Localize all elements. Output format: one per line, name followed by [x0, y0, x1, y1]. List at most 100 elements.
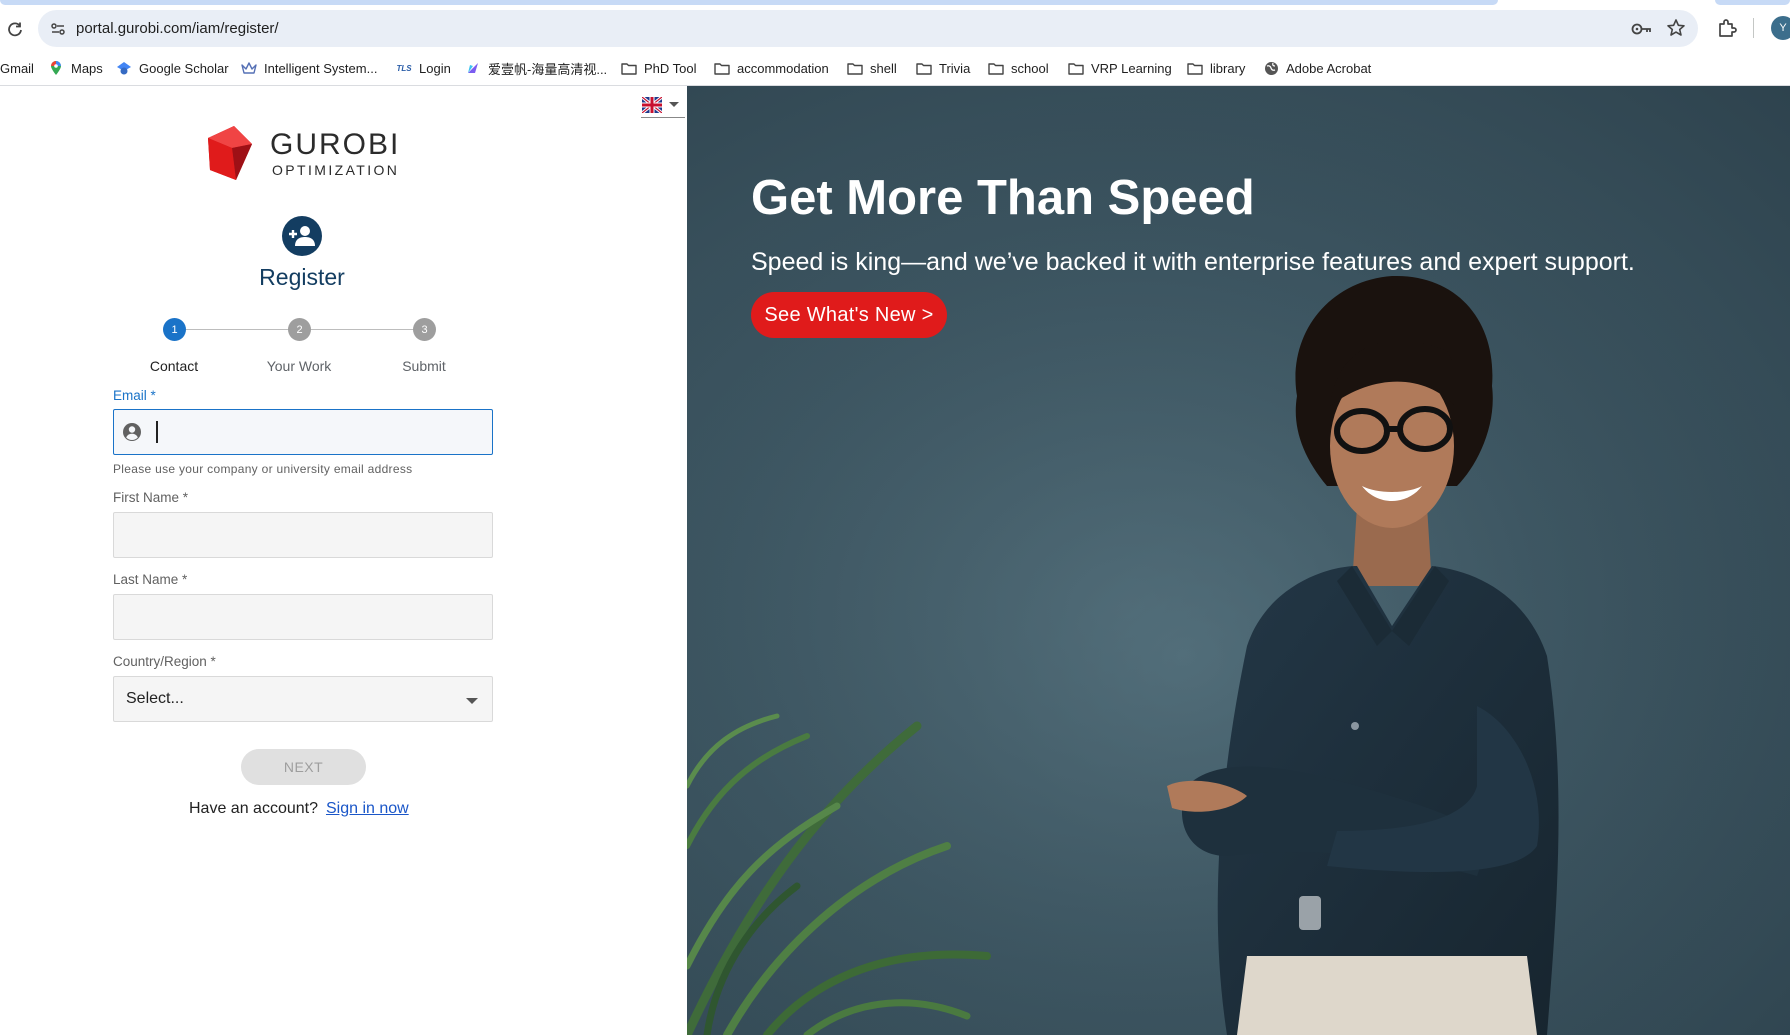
- globe-icon: [1263, 60, 1279, 76]
- email-label: Email *: [113, 388, 156, 403]
- folder-icon: [1068, 60, 1084, 76]
- hero-title: Get More Than Speed: [751, 171, 1255, 225]
- bookmark-label: Google Scholar: [139, 60, 229, 76]
- crown-icon: [241, 60, 257, 76]
- bookmark-vrp-learning[interactable]: VRP Learning: [1068, 56, 1172, 80]
- last-name-label: Last Name *: [113, 572, 188, 587]
- bookmark-label: 爱壹帆-海量高清视...: [488, 61, 608, 77]
- bookmark-label: accommodation: [737, 60, 829, 76]
- step-3-indicator: 3: [413, 318, 436, 341]
- folder-icon: [621, 60, 637, 76]
- profile-initial: Y: [1779, 22, 1787, 34]
- bookmark-library[interactable]: library: [1187, 56, 1245, 80]
- bookmark-phd-tool[interactable]: PhD Tool: [621, 56, 697, 80]
- gurobi-logo-mark: [208, 126, 252, 180]
- country-select[interactable]: Select...: [113, 676, 493, 722]
- account-circle-icon: [123, 423, 141, 441]
- language-selector[interactable]: [641, 92, 685, 118]
- tls-icon: TLS: [396, 63, 412, 73]
- step-label-contact: Contact: [149, 358, 199, 374]
- gurobi-logo: GUROBI OPTIMIZATION: [202, 124, 422, 182]
- last-name-field[interactable]: [113, 594, 493, 640]
- toolbar-divider: [1753, 18, 1754, 38]
- folder-icon: [916, 60, 932, 76]
- step-number: 1: [171, 323, 178, 336]
- bookmark-label: Login: [419, 60, 451, 76]
- bookmark-intelligent-system[interactable]: Intelligent System...: [241, 56, 377, 80]
- bookmark-trivia[interactable]: Trivia: [916, 56, 970, 80]
- email-field[interactable]: [113, 409, 493, 455]
- next-button[interactable]: NEXT: [241, 749, 366, 785]
- sign-in-link[interactable]: Sign in now: [326, 800, 409, 817]
- step-label-your-work: Your Work: [266, 358, 332, 374]
- bookmark-gmail[interactable]: Gmail: [0, 56, 34, 80]
- browser-chrome: portal.gurobi.com/iam/register/ Y Gmail …: [0, 0, 1790, 86]
- password-key-icon[interactable]: [1630, 19, 1652, 39]
- hero-photo: [687, 86, 1790, 1035]
- text-cursor: [156, 421, 158, 443]
- signin-prompt: Have an account? Sign in now: [189, 800, 409, 818]
- bookmark-label: VRP Learning: [1091, 60, 1172, 76]
- country-label: Country/Region *: [113, 654, 216, 669]
- folder-icon: [988, 60, 1004, 76]
- bookmark-label: PhD Tool: [644, 60, 697, 76]
- step-label-submit: Submit: [402, 358, 446, 374]
- logo-wordmark: GUROBI: [270, 128, 401, 161]
- bookmark-shell[interactable]: shell: [847, 56, 897, 80]
- bookmarks-bar: Gmail Maps Google Scholar Intelligent Sy…: [0, 56, 1790, 80]
- country-select-value: Select...: [126, 690, 184, 707]
- bookmark-label: shell: [870, 60, 897, 76]
- email-help-text: Please use your company or university em…: [113, 462, 413, 476]
- profile-avatar[interactable]: Y: [1771, 16, 1790, 40]
- chevron-down-icon: [466, 698, 478, 704]
- progress-stepper: 1 2 3 Contact Your Work Submit: [100, 318, 500, 388]
- bookmark-label: Gmail: [0, 60, 34, 76]
- address-bar[interactable]: portal.gurobi.com/iam/register/: [38, 10, 1698, 47]
- bookmark-google-scholar[interactable]: Google Scholar: [116, 56, 229, 80]
- folder-icon: [1187, 60, 1203, 76]
- bookmark-accommodation[interactable]: accommodation: [714, 56, 829, 80]
- see-whats-new-button[interactable]: See What's New >: [751, 292, 947, 338]
- logo-subtitle: OPTIMIZATION: [272, 162, 400, 178]
- reload-icon[interactable]: [4, 18, 26, 40]
- extensions-icon[interactable]: [1716, 17, 1738, 39]
- tab-strip: [0, 0, 1790, 5]
- bookmark-label: Trivia: [939, 60, 971, 76]
- page-title: Register: [259, 264, 345, 290]
- step-1-indicator: 1: [163, 318, 186, 341]
- first-name-label: First Name *: [113, 490, 189, 505]
- bookmark-label: Intelligent System...: [264, 60, 378, 76]
- bookmark-label: school: [1011, 60, 1049, 76]
- registration-panel: GUROBI OPTIMIZATION Register 1 2 3 Conta…: [0, 86, 687, 1035]
- bookmark-adobe-acrobat[interactable]: Adobe Acrobat: [1263, 56, 1371, 80]
- bookmark-school[interactable]: school: [988, 56, 1049, 80]
- step-number: 3: [421, 323, 428, 336]
- first-name-field[interactable]: [113, 512, 493, 558]
- bookmark-label: Adobe Acrobat: [1286, 60, 1372, 76]
- aiyifan-icon: [465, 60, 481, 76]
- bookmark-label: Maps: [71, 60, 103, 76]
- chevron-down-icon: [669, 102, 679, 107]
- folder-icon: [847, 60, 863, 76]
- add-user-icon: [282, 216, 322, 256]
- hero-subtitle: Speed is king—and we’ve backed it with e…: [751, 248, 1635, 276]
- next-label: NEXT: [283, 759, 324, 775]
- have-account-text: Have an account?: [189, 800, 318, 817]
- url-text[interactable]: portal.gurobi.com/iam/register/: [76, 20, 279, 37]
- hero-banner: Get More Than Speed Speed is king—and we…: [687, 86, 1790, 1035]
- step-2-indicator: 2: [288, 318, 311, 341]
- step-number: 2: [296, 323, 303, 336]
- site-info-icon[interactable]: [48, 19, 68, 39]
- bookmark-label: library: [1210, 60, 1246, 76]
- bookmark-aiyifan[interactable]: 爱壹帆-海量高清视...: [465, 56, 607, 80]
- bookmark-maps[interactable]: Maps: [48, 56, 103, 80]
- hero-button-label: See What's New >: [764, 303, 934, 326]
- bookmark-login[interactable]: TLS Login: [396, 56, 451, 80]
- uk-flag-icon: [642, 96, 662, 113]
- maps-pin-icon: [48, 60, 64, 76]
- step-connector: [310, 329, 423, 330]
- step-connector: [186, 329, 299, 330]
- folder-icon: [714, 60, 730, 76]
- bookmark-star-icon[interactable]: [1666, 18, 1686, 38]
- scholar-icon: [116, 60, 132, 76]
